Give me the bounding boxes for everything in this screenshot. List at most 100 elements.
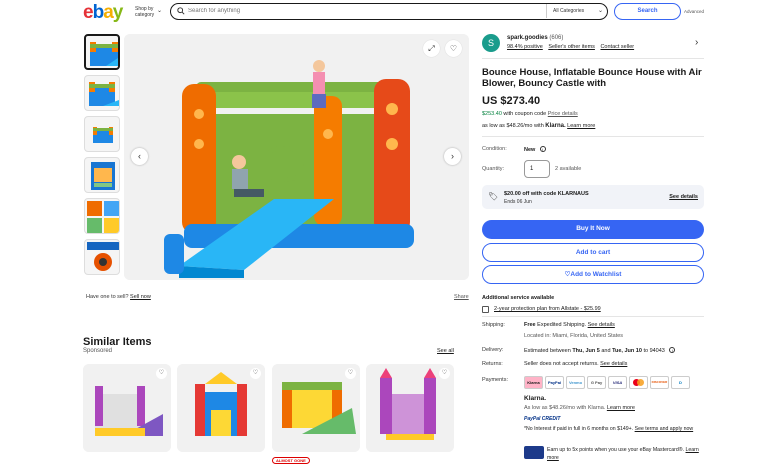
returns-label: Returns: [482, 361, 503, 367]
thumbnail[interactable] [84, 34, 120, 70]
shop-by-category[interactable]: Shop by category ⌄ [135, 6, 162, 18]
thumbnail[interactable] [84, 239, 120, 275]
google-pay-icon: G Pay [587, 376, 606, 389]
search-bar: All Categories ⌄ [170, 3, 608, 20]
shipping-value: Free Expedited Shipping. See details [524, 322, 615, 328]
additional-service-title: Additional service available [482, 295, 555, 301]
visa-payment-icon: VISA [608, 376, 627, 389]
chevron-right-icon: › [451, 151, 454, 161]
mastercard-payment-icon [629, 376, 648, 389]
returns-details-link[interactable]: See details [600, 361, 627, 367]
klarna-payment-icon: Klarna [524, 376, 543, 389]
chevron-right-icon[interactable]: › [695, 37, 698, 48]
blower-thumb [87, 242, 119, 271]
search-input[interactable] [188, 6, 488, 16]
klarna-logo: Klarna. [545, 123, 566, 129]
positive-feedback-link[interactable]: 98.4% positive [507, 44, 543, 50]
heart-icon[interactable]: ♡ [345, 368, 356, 379]
bounce-house-thumb [90, 42, 118, 66]
add-to-cart-button[interactable]: Add to cart [482, 243, 704, 262]
similar-item-card[interactable]: ♡ [272, 364, 360, 452]
main-product-image[interactable] [124, 34, 469, 280]
share-link[interactable]: Share [454, 294, 469, 300]
ebay-logo[interactable]: ebay [83, 2, 123, 24]
thumbnail[interactable] [84, 198, 120, 234]
sell-now-link[interactable]: Sell now [130, 294, 151, 300]
divider [482, 136, 704, 137]
next-image-button[interactable]: › [444, 148, 461, 165]
bounce-house-thumb [93, 127, 113, 143]
shipping-details-link[interactable]: See details [588, 322, 615, 328]
similar-item-card[interactable]: ♡ [83, 364, 171, 452]
expand-icon: ⤢ [428, 44, 435, 53]
heart-icon: ♡ [449, 44, 458, 53]
other-items-link[interactable]: Seller's other items [548, 44, 595, 50]
thumbnail[interactable] [84, 75, 120, 111]
advanced-search-link[interactable]: Advanced [684, 9, 704, 14]
protection-plan-checkbox[interactable] [482, 306, 489, 313]
similar-item-card[interactable]: ♡ [177, 364, 265, 452]
chevron-left-icon: ‹ [138, 151, 141, 161]
search-icon [177, 7, 185, 15]
bounce-house-image [124, 34, 469, 280]
price-details-link[interactable]: Price details [548, 111, 578, 117]
heart-icon[interactable]: ♡ [439, 368, 450, 379]
condition-value: New i [524, 146, 546, 153]
info-icon[interactable]: i [539, 146, 546, 152]
klarna-logo: Klarna. [524, 395, 547, 402]
seller-name[interactable]: spark.goodies (606) [507, 35, 563, 41]
seller-avatar[interactable]: S [482, 34, 500, 52]
mastercard-offer-text: Earn up to 5x points when you use your e… [547, 447, 699, 461]
buy-it-now-button[interactable]: Buy It Now [482, 220, 704, 239]
paypal-payment-icon: PayPal [545, 376, 564, 389]
promo-see-details-link[interactable]: See details [669, 194, 698, 200]
see-all-link[interactable]: See all [437, 348, 454, 354]
available-count: 2 available [555, 166, 582, 172]
delivery-value: Estimated between Thu, Jun 5 and Tue, Ju… [524, 347, 676, 354]
bounce-house-thumb [89, 82, 119, 106]
thumbnail[interactable] [84, 157, 120, 193]
paypal-credit-text: *No Interest if paid in full in 6 months… [524, 426, 694, 432]
returns-value: Seller does not accept returns. See deta… [524, 361, 628, 367]
tag-icon: 🏷 [488, 192, 499, 201]
thumbnail[interactable] [84, 116, 120, 152]
promo-banner: 🏷 $20.00 off with code KLARNAUS Ends 06 … [482, 185, 704, 209]
payments-label: Payments: [482, 377, 508, 383]
product-box-thumb [91, 162, 115, 190]
expand-button[interactable]: ⤢ [423, 40, 440, 57]
protection-plan-link[interactable]: 2-year protection plan from Allstate - $… [494, 306, 601, 312]
financing-line: as low as $48.26/mo with Klarna. Learn m… [482, 123, 596, 129]
features-thumb [87, 201, 119, 233]
venmo-payment-icon: Venmo [566, 376, 585, 389]
chevron-down-icon: ⌄ [597, 8, 603, 14]
quantity-label: Quantity: [482, 166, 505, 172]
discover-payment-icon: DISCOVER [650, 376, 669, 389]
category-select[interactable]: All Categories ⌄ [546, 4, 607, 18]
paypal-credit-logo: PayPal CREDIT [524, 416, 561, 422]
prev-image-button[interactable]: ‹ [131, 148, 148, 165]
klarna-learn-more-link[interactable]: Learn more [607, 405, 635, 411]
klarna-text: As low as $48.26/mo with Klarna. Learn m… [524, 405, 635, 411]
watch-heart-button[interactable]: ♡ [445, 40, 462, 57]
contact-seller-link[interactable]: Contact seller [600, 44, 634, 50]
item-location: Located in: Miami, Florida, United State… [524, 333, 624, 339]
learn-more-link[interactable]: Learn more [567, 123, 595, 129]
info-icon[interactable]: i [669, 347, 676, 353]
add-to-watchlist-button[interactable]: ♡Add to Watchlist [482, 265, 704, 284]
chevron-down-icon: ⌄ [157, 8, 163, 14]
divider [482, 316, 704, 317]
similar-item-card[interactable]: ♡ [366, 364, 454, 452]
heart-icon[interactable]: ♡ [156, 368, 167, 379]
similar-items-title: Similar Items [83, 336, 152, 348]
search-button[interactable]: Search [614, 3, 681, 20]
shipping-label: Shipping: [482, 322, 505, 328]
condition-label: Condition: [482, 146, 507, 152]
quantity-input[interactable]: 1 [524, 160, 550, 178]
sponsored-label: Sponsored [83, 348, 113, 354]
mastercard-icon [633, 379, 644, 386]
divider [482, 58, 704, 59]
heart-icon[interactable]: ♡ [250, 368, 261, 379]
paypal-terms-link[interactable]: See terms and apply now [635, 426, 694, 432]
almost-gone-badge: ALMOST GONE [272, 457, 310, 464]
ebay-mastercard-image [524, 446, 544, 459]
